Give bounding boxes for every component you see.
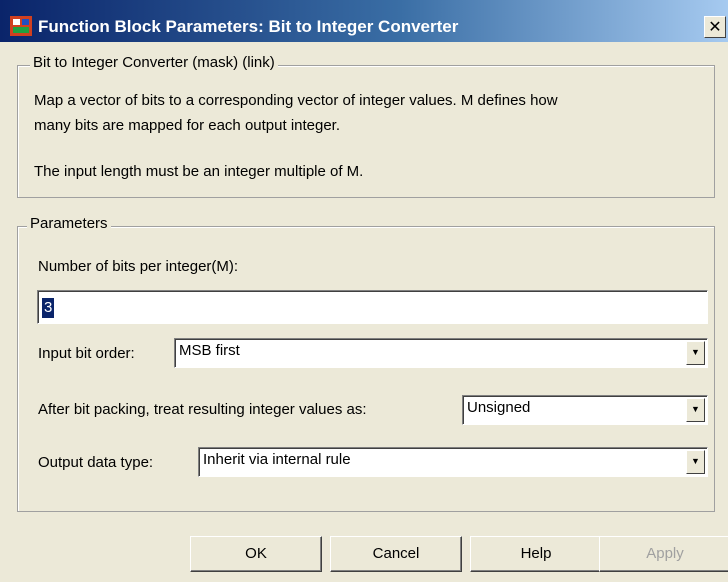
title-bar[interactable]: Function Block Parameters: Bit to Intege… bbox=[0, 0, 728, 42]
cancel-button[interactable]: Cancel bbox=[330, 536, 462, 572]
output-data-type-select[interactable]: Inherit via internal rule ▼ bbox=[198, 447, 708, 477]
input-bit-order-value: MSB first bbox=[179, 342, 240, 359]
input-bit-order-select[interactable]: MSB first ▼ bbox=[174, 338, 708, 368]
description-line-3: The input length must be an integer mult… bbox=[34, 163, 364, 180]
chevron-down-icon: ▼ bbox=[691, 456, 700, 466]
bit-packing-label: After bit packing, treat resulting integ… bbox=[38, 401, 367, 418]
description-group-legend: Bit to Integer Converter (mask) (link) bbox=[30, 54, 278, 71]
bit-packing-select[interactable]: Unsigned ▼ bbox=[462, 395, 708, 425]
description-line-1: Map a vector of bits to a corresponding … bbox=[34, 92, 558, 109]
simulink-block-icon bbox=[10, 16, 32, 36]
window-title: Function Block Parameters: Bit to Intege… bbox=[38, 17, 459, 36]
bit-packing-dropdown-icon[interactable]: ▼ bbox=[686, 398, 705, 422]
chevron-down-icon: ▼ bbox=[691, 404, 700, 414]
output-data-type-dropdown-icon[interactable]: ▼ bbox=[686, 450, 705, 474]
bits-per-integer-input[interactable]: 3 bbox=[37, 290, 708, 324]
apply-button[interactable]: Apply bbox=[599, 536, 728, 572]
bits-per-integer-label: Number of bits per integer(M): bbox=[38, 258, 239, 275]
close-button[interactable]: ✕ bbox=[704, 16, 726, 38]
close-icon: ✕ bbox=[708, 19, 722, 36]
input-bit-order-label: Input bit order: bbox=[38, 345, 135, 362]
help-button[interactable]: Help bbox=[470, 536, 602, 572]
description-line-2: many bits are mapped for each output int… bbox=[34, 117, 341, 134]
output-data-type-value: Inherit via internal rule bbox=[203, 451, 351, 468]
bit-packing-value: Unsigned bbox=[467, 399, 531, 416]
output-data-type-label: Output data type: bbox=[38, 454, 154, 471]
chevron-down-icon: ▼ bbox=[691, 347, 700, 357]
bits-per-integer-value: 3 bbox=[42, 298, 55, 318]
ok-button[interactable]: OK bbox=[190, 536, 322, 572]
parameters-group-legend: Parameters bbox=[27, 215, 111, 232]
input-bit-order-dropdown-icon[interactable]: ▼ bbox=[686, 341, 705, 365]
